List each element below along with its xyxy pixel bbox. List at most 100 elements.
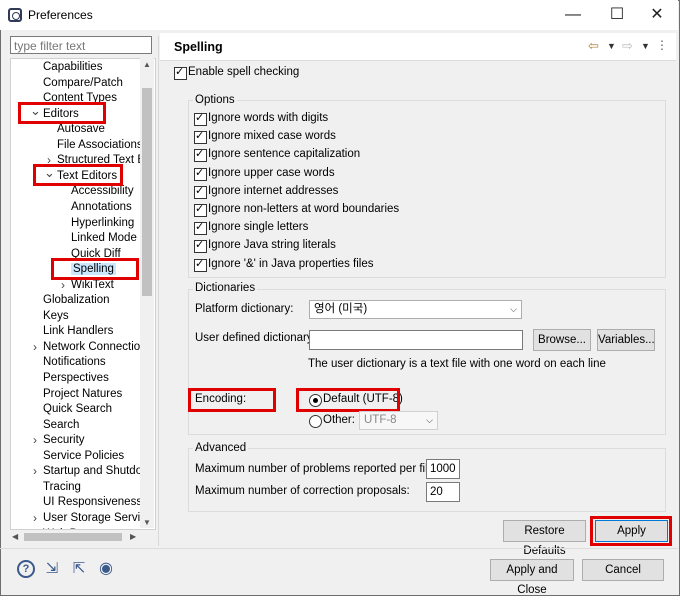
tree-item-label: Keys bbox=[43, 309, 69, 322]
platform-dictionary-select[interactable]: 영어 (미국) ⌵ bbox=[309, 300, 522, 319]
tree-item-label: Compare/Patch bbox=[43, 76, 123, 89]
scroll-down-icon[interactable]: ▼ bbox=[143, 518, 151, 527]
tree-item[interactable]: Annotations bbox=[71, 200, 132, 215]
footer-divider bbox=[0, 548, 678, 549]
scroll-left-icon[interactable]: ◀ bbox=[12, 532, 18, 541]
option-label: Ignore upper case words bbox=[208, 166, 335, 179]
tree-item-label: Autosave bbox=[57, 123, 105, 136]
tree-item-label: Service Policies bbox=[43, 449, 125, 462]
maximize-icon[interactable]: ☐ bbox=[602, 4, 632, 26]
option-checkbox[interactable] bbox=[194, 257, 207, 272]
chevron-down-icon: ⌵ bbox=[426, 415, 433, 425]
collapse-chevron-icon[interactable]: › bbox=[30, 511, 40, 525]
tree-item-label: Perspectives bbox=[43, 372, 109, 384]
tree-item[interactable]: Hyperlinking bbox=[71, 216, 134, 231]
max-problems-label: Maximum number of problems reported per … bbox=[195, 463, 438, 475]
back-arrow-icon[interactable]: ⇦ bbox=[588, 38, 599, 54]
tree-item[interactable]: Capabilities bbox=[43, 60, 102, 75]
option-label: Ignore internet addresses bbox=[208, 184, 339, 197]
tree-item[interactable]: Project Natures bbox=[43, 387, 122, 402]
import-icon[interactable]: ⇲ bbox=[43, 560, 61, 578]
oomph-icon[interactable]: ◉ bbox=[97, 560, 115, 578]
collapse-chevron-icon[interactable]: › bbox=[30, 433, 40, 447]
minimize-icon[interactable]: — bbox=[558, 4, 588, 26]
help-icon[interactable]: ? bbox=[17, 560, 35, 578]
tree-item-label: Search bbox=[43, 418, 80, 431]
tree-item[interactable]: Quick Search bbox=[43, 402, 112, 417]
option-checkbox[interactable] bbox=[194, 147, 207, 163]
tree-item[interactable]: File Associations bbox=[57, 138, 143, 153]
forward-arrow-icon[interactable]: ⇨ bbox=[622, 38, 633, 54]
tree-item-label: Hyperlinking bbox=[71, 216, 135, 229]
view-menu-icon[interactable]: ⋮ bbox=[656, 38, 668, 52]
option-checkbox[interactable] bbox=[194, 166, 207, 181]
title-bar: Preferences — ☐ ✕ bbox=[0, 0, 678, 30]
max-proposals-input[interactable]: 20 bbox=[426, 482, 460, 502]
tree-item-label: Network Connection bbox=[43, 340, 147, 353]
chevron-down-icon: ⌵ bbox=[510, 304, 517, 314]
enable-spell-checking-checkbox[interactable] bbox=[174, 65, 187, 80]
max-problems-input[interactable]: 1000 bbox=[426, 459, 460, 479]
filter-input[interactable]: type filter text bbox=[10, 36, 152, 54]
option-checkbox[interactable] bbox=[194, 238, 207, 254]
collapse-chevron-icon[interactable]: › bbox=[30, 464, 40, 478]
tree-item[interactable]: Keys bbox=[43, 309, 69, 324]
option-checkbox[interactable] bbox=[194, 184, 207, 199]
tree-item[interactable]: Compare/Patch bbox=[43, 76, 123, 91]
tree-item[interactable]: Tracing bbox=[43, 480, 81, 495]
sash-divider[interactable] bbox=[158, 36, 159, 546]
highlight-encoding-label bbox=[188, 388, 276, 412]
encoding-other-label: Other: bbox=[323, 414, 355, 426]
option-label: Ignore non-letters at word boundaries bbox=[208, 203, 400, 215]
tree-item[interactable]: Notifications bbox=[43, 355, 106, 370]
scroll-up-icon[interactable]: ▲ bbox=[143, 60, 151, 69]
option-checkbox[interactable] bbox=[194, 202, 207, 217]
tree-item-label: Accessibility bbox=[71, 185, 134, 198]
tree-item[interactable]: Search bbox=[43, 418, 79, 433]
tree-item[interactable]: Service Policies bbox=[43, 449, 124, 464]
tree-item[interactable]: Network Connection bbox=[43, 340, 147, 355]
apply-and-close-button[interactable]: Apply and Close bbox=[490, 559, 574, 596]
highlight-apply bbox=[590, 516, 672, 546]
tree-item-label: WikiText bbox=[71, 278, 114, 291]
option-checkbox[interactable] bbox=[194, 129, 207, 145]
scroll-right-icon[interactable]: ▶ bbox=[130, 532, 136, 541]
tree-item-label: Annotations bbox=[71, 200, 132, 213]
tree-item-label: Startup and Shutdow bbox=[43, 465, 151, 478]
tree-item[interactable]: Autosave bbox=[57, 122, 105, 137]
tree-item-label: Security bbox=[43, 434, 85, 447]
tree-item-label: File Associations bbox=[57, 138, 143, 151]
collapse-chevron-icon[interactable]: › bbox=[30, 340, 40, 354]
back-menu-chevron-icon[interactable]: ▼ bbox=[607, 41, 616, 51]
option-checkbox[interactable] bbox=[194, 220, 207, 236]
tree-item[interactable]: Security bbox=[43, 433, 85, 448]
tree-item[interactable]: Accessibility bbox=[71, 184, 134, 199]
forward-menu-chevron-icon[interactable]: ▼ bbox=[641, 41, 650, 51]
dictionaries-group-title: Dictionaries bbox=[193, 282, 258, 294]
tree-item[interactable]: UI Responsiveness M bbox=[43, 495, 155, 510]
tree-item[interactable]: Perspectives bbox=[43, 371, 109, 386]
cancel-button[interactable]: Cancel bbox=[582, 559, 664, 581]
advanced-group bbox=[188, 448, 666, 512]
restore-defaults-button[interactable]: Restore Defaults bbox=[503, 520, 586, 557]
option-label: Ignore sentence capitalization bbox=[208, 148, 361, 161]
tree-item[interactable]: Linked Mode bbox=[71, 231, 137, 246]
variables-button[interactable]: Variables... bbox=[597, 329, 655, 351]
option-checkbox[interactable] bbox=[194, 111, 207, 126]
encoding-other-select[interactable]: UTF-8 ⌵ bbox=[359, 411, 438, 430]
browse-button[interactable]: Browse... bbox=[533, 329, 591, 351]
encoding-other-radio[interactable] bbox=[309, 415, 322, 428]
tree-item[interactable]: Startup and Shutdow bbox=[43, 464, 150, 479]
tree-item-label: Capabilities bbox=[43, 61, 103, 73]
tree-horizontal-scroll-thumb[interactable] bbox=[24, 533, 122, 541]
export-icon[interactable]: ⇱ bbox=[70, 560, 88, 578]
highlight-encoding-default bbox=[296, 388, 400, 412]
tree-item[interactable]: Link Handlers bbox=[43, 324, 113, 339]
tree-item[interactable]: Globalization bbox=[43, 293, 109, 308]
user-dictionary-input[interactable] bbox=[309, 330, 523, 350]
tree-vertical-scroll-thumb[interactable] bbox=[142, 88, 152, 296]
enable-spell-checking-label: Enable spell checking bbox=[188, 66, 300, 78]
tree-item[interactable]: User Storage Service bbox=[43, 511, 152, 526]
option-label: Ignore words with digits bbox=[208, 112, 329, 124]
close-icon[interactable]: ✕ bbox=[642, 4, 672, 26]
